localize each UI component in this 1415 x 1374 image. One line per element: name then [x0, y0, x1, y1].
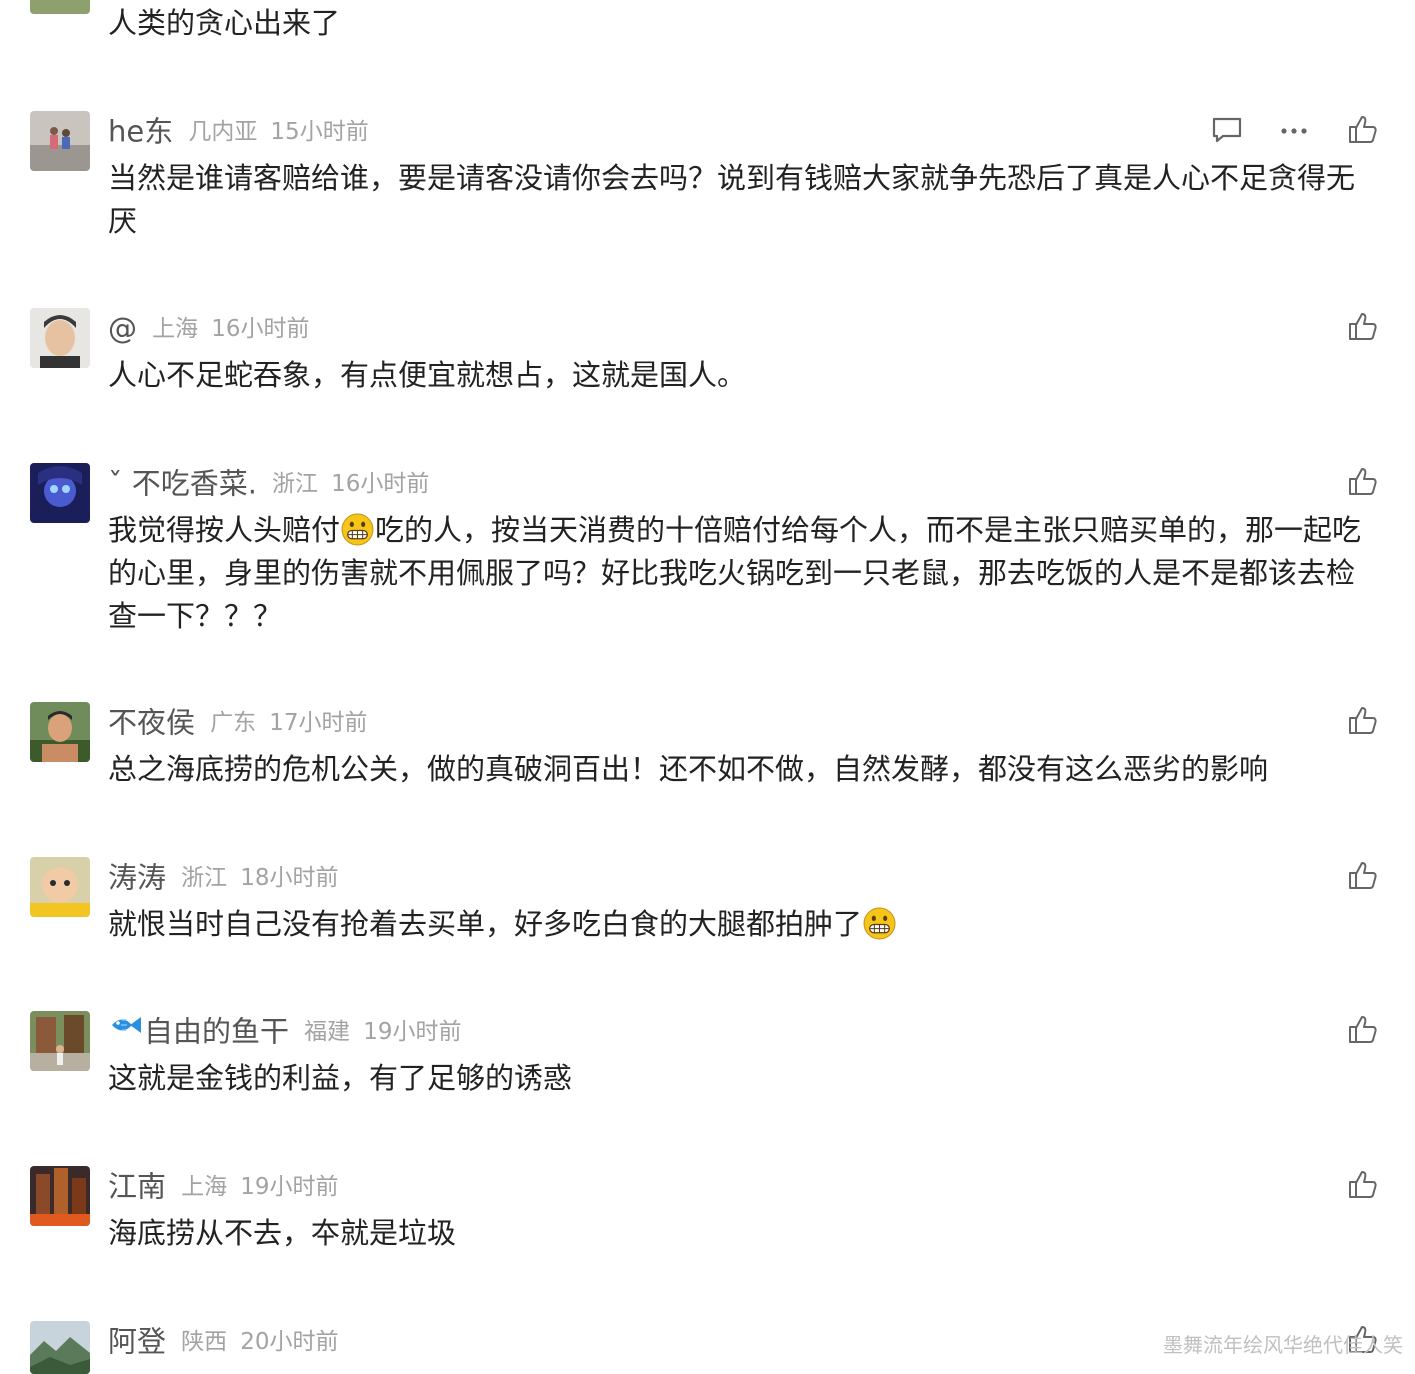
timestamp: 19小时前 — [240, 1173, 339, 1200]
timestamp: 16小时前 — [331, 470, 430, 497]
location: 浙江 — [181, 864, 228, 891]
comment-text: 人心不足蛇吞象，有点便宜就想占，这就是国人。 — [108, 358, 747, 392]
comment-text-part: 就恨当时自己没有抢着去买单，好多吃白食的大腿都拍肿了 — [108, 907, 863, 941]
like-button[interactable] — [1347, 310, 1379, 342]
timestamp: 20小时前 — [240, 1328, 339, 1355]
location: 几内亚 — [188, 118, 258, 145]
thumbs-up-icon — [1349, 468, 1377, 495]
comment-text: 人类的贪心出来了 — [108, 6, 341, 40]
comment-meta: 自由的鱼干 福建 19小时前 — [108, 1011, 461, 1051]
avatar[interactable] — [30, 1321, 90, 1374]
timestamp: 17小时前 — [269, 709, 368, 736]
like-button[interactable] — [1347, 859, 1379, 891]
grinning-face-emoji — [863, 907, 896, 940]
username[interactable]: 江南 — [108, 1170, 166, 1204]
more-dots-icon — [1281, 128, 1307, 134]
timestamp: 18小时前 — [240, 864, 339, 891]
avatar[interactable] — [30, 308, 90, 368]
like-button[interactable] — [1347, 465, 1379, 497]
location: 广东 — [210, 709, 257, 736]
comment-meta: 阿登 陕西 20小时前 — [108, 1321, 338, 1361]
avatar[interactable] — [30, 0, 90, 14]
timestamp: 19小时前 — [363, 1018, 462, 1045]
comment-text: 总之海底捞的危机公关，做的真破洞百出！还不如不做，自然发酵，都没有这么恶劣的影响 — [108, 752, 1269, 786]
avatar[interactable] — [30, 463, 90, 523]
avatar[interactable] — [30, 1166, 90, 1226]
username[interactable]: 自由的鱼干 — [144, 1015, 289, 1049]
comment-bubble-icon — [1212, 117, 1242, 143]
comment-text: 这就是金钱的利益，有了足够的诱惑 — [108, 1061, 573, 1095]
username[interactable]: 不夜侯 — [108, 706, 195, 740]
thumbs-up-icon — [1349, 862, 1377, 889]
comment-meta: @ 上海 16小时前 — [108, 308, 309, 348]
location: 上海 — [152, 315, 199, 342]
comment-meta: 不夜侯 广东 17小时前 — [108, 702, 367, 742]
thumbs-up-icon — [1349, 707, 1377, 734]
avatar[interactable] — [30, 111, 90, 171]
comment-text: 当然是谁请客赔给谁，要是请客没请你会去吗？说到有钱赔大家就争先恐后了真是人心不足… — [108, 161, 1356, 238]
like-button[interactable] — [1347, 1013, 1379, 1045]
location: 浙江 — [272, 470, 319, 497]
like-button[interactable] — [1347, 704, 1379, 736]
comment-text: 就恨当时自己没有抢着去买单，好多吃白食的大腿都拍肿了 — [108, 903, 1383, 946]
comment-meta: 涛涛 浙江 18小时前 — [108, 857, 338, 897]
grinning-face-emoji — [341, 513, 374, 546]
more-button[interactable] — [1278, 114, 1310, 146]
comment-text: 海底捞从不去，夲就是垃圾 — [108, 1216, 457, 1250]
thumbs-up-icon — [1349, 1171, 1377, 1198]
comment-text-part: 我觉得按人头赔付 — [108, 513, 341, 547]
avatar[interactable] — [30, 857, 90, 917]
thumbs-up-icon — [1349, 313, 1377, 340]
username[interactable]: ˇ 不吃香菜. — [108, 467, 257, 501]
location: 上海 — [181, 1173, 228, 1200]
reply-button[interactable] — [1211, 114, 1243, 146]
thumbs-up-icon — [1349, 1016, 1377, 1043]
avatar[interactable] — [30, 1011, 90, 1071]
fish-badge-icon — [112, 1017, 141, 1033]
comment-meta: he东 几内亚 15小时前 — [108, 111, 369, 151]
timestamp: 16小时前 — [211, 315, 310, 342]
comment-text: 我觉得按人头赔付 吃的人，按当天消费的十倍赔付给每个人，而不是主张只赔买单的，那一… — [108, 509, 1383, 638]
username[interactable]: he东 — [108, 115, 173, 149]
like-button[interactable] — [1347, 113, 1379, 145]
timestamp: 15小时前 — [270, 118, 369, 145]
username[interactable]: @ — [108, 312, 137, 346]
username[interactable]: 涛涛 — [108, 861, 166, 895]
location: 陕西 — [181, 1328, 228, 1355]
watermark: 墨舞流年绘风华绝代佳人笑 — [1163, 1333, 1403, 1357]
username[interactable]: 阿登 — [108, 1325, 166, 1359]
comment-meta: 江南 上海 19小时前 — [108, 1166, 338, 1206]
avatar[interactable] — [30, 702, 90, 762]
like-button[interactable] — [1347, 1168, 1379, 1200]
thumbs-up-icon — [1349, 116, 1377, 143]
location: 福建 — [304, 1018, 351, 1045]
comment-meta: ˇ 不吃香菜. 浙江 16小时前 — [108, 463, 429, 503]
